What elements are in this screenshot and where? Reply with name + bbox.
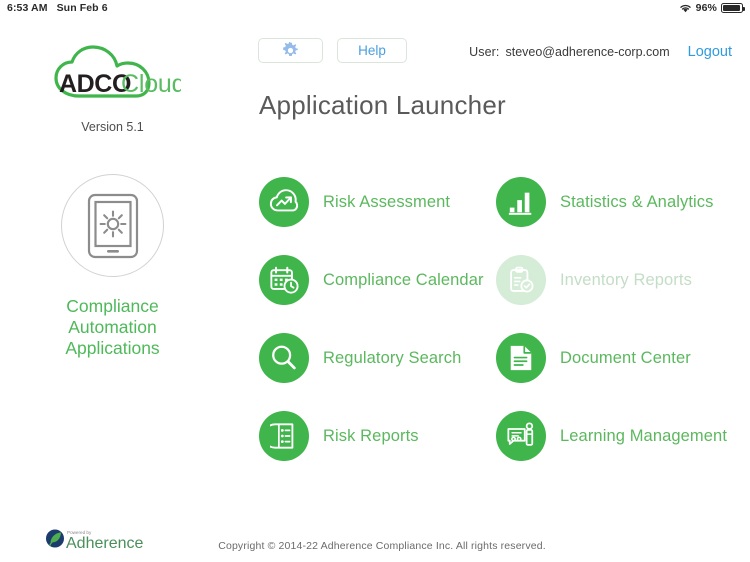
app-label: Inventory Reports <box>560 270 692 289</box>
clipboard-check-icon <box>496 255 546 305</box>
app-label: Risk Reports <box>323 426 419 445</box>
compliance-tile-label-line2: Automation <box>68 317 157 337</box>
app-statistics-analytics[interactable]: Statistics & Analytics <box>496 176 733 228</box>
toolbar-buttons: Help <box>258 38 407 63</box>
wifi-icon <box>679 3 692 13</box>
account-info: User: steveo@adherence-corp.com Logout <box>469 44 732 60</box>
app-label: Regulatory Search <box>323 348 462 367</box>
app-label: Statistics & Analytics <box>560 192 714 211</box>
logout-link[interactable]: Logout <box>688 44 732 60</box>
user-label: User: <box>469 45 500 59</box>
app-label: Risk Assessment <box>323 192 451 211</box>
battery-icon <box>721 3 745 13</box>
page-title: Application Launcher <box>259 90 506 120</box>
app-risk-reports[interactable]: Risk Reports <box>259 410 496 462</box>
app-learning-management[interactable]: Learning Management <box>496 410 733 462</box>
adco-cloud-logo: ADCO Cloud <box>0 44 225 108</box>
status-date: Sun Feb 6 <box>56 2 108 14</box>
compliance-tile-label: Compliance Automation Applications <box>0 296 225 359</box>
help-button[interactable]: Help <box>337 38 407 63</box>
gear-icon <box>283 42 298 57</box>
cloud-icon: ADCO Cloud <box>53 45 181 98</box>
bar-chart-icon <box>496 177 546 227</box>
certificate-icon <box>496 411 546 461</box>
cloud-arrow-up-icon <box>259 177 309 227</box>
compliance-tile[interactable] <box>0 174 225 277</box>
compliance-tile-circle <box>61 174 164 277</box>
user-email: steveo@adherence-corp.com <box>505 45 670 59</box>
app-risk-assessment[interactable]: Risk Assessment <box>259 176 496 228</box>
status-bar: 6:53 AM Sun Feb 6 96% <box>0 0 750 16</box>
compliance-tile-label-line3: Applications <box>65 338 160 358</box>
page-body: ADCO Cloud Version 5.1 Compliance Automa… <box>0 16 750 562</box>
app-label: Compliance Calendar <box>323 270 484 289</box>
app-document-center[interactable]: Document Center <box>496 332 733 384</box>
application-grid: Risk Assessment Statistics & Analytics C… <box>259 176 739 462</box>
document-icon <box>496 333 546 383</box>
left-column: ADCO Cloud Version 5.1 Compliance Automa… <box>0 16 225 359</box>
app-regulatory-search[interactable]: Regulatory Search <box>259 332 496 384</box>
settings-button[interactable] <box>258 38 323 63</box>
version-label: Version 5.1 <box>81 120 144 134</box>
top-bar: Help User: steveo@adherence-corp.com Log… <box>225 22 750 63</box>
battery-percent: 96% <box>695 2 717 14</box>
app-label: Learning Management <box>560 426 728 445</box>
compliance-tile-label-line1: Compliance <box>66 296 159 316</box>
calendar-clock-icon <box>259 255 309 305</box>
status-time: 6:53 AM <box>7 2 48 14</box>
copyright-text: Copyright © 2014-22 Adherence Compliance… <box>218 540 546 552</box>
app-compliance-calendar[interactable]: Compliance Calendar <box>259 254 496 306</box>
report-list-icon <box>259 411 309 461</box>
svg-text:Cloud: Cloud <box>121 70 181 98</box>
tablet-gear-icon <box>87 193 138 258</box>
magnifier-icon <box>259 333 309 383</box>
app-inventory-reports: Inventory Reports <box>496 254 733 306</box>
app-label: Document Center <box>560 348 691 367</box>
status-bar-right: 96% <box>679 2 745 14</box>
status-bar-left: 6:53 AM Sun Feb 6 <box>7 2 108 14</box>
help-button-label: Help <box>358 43 386 58</box>
